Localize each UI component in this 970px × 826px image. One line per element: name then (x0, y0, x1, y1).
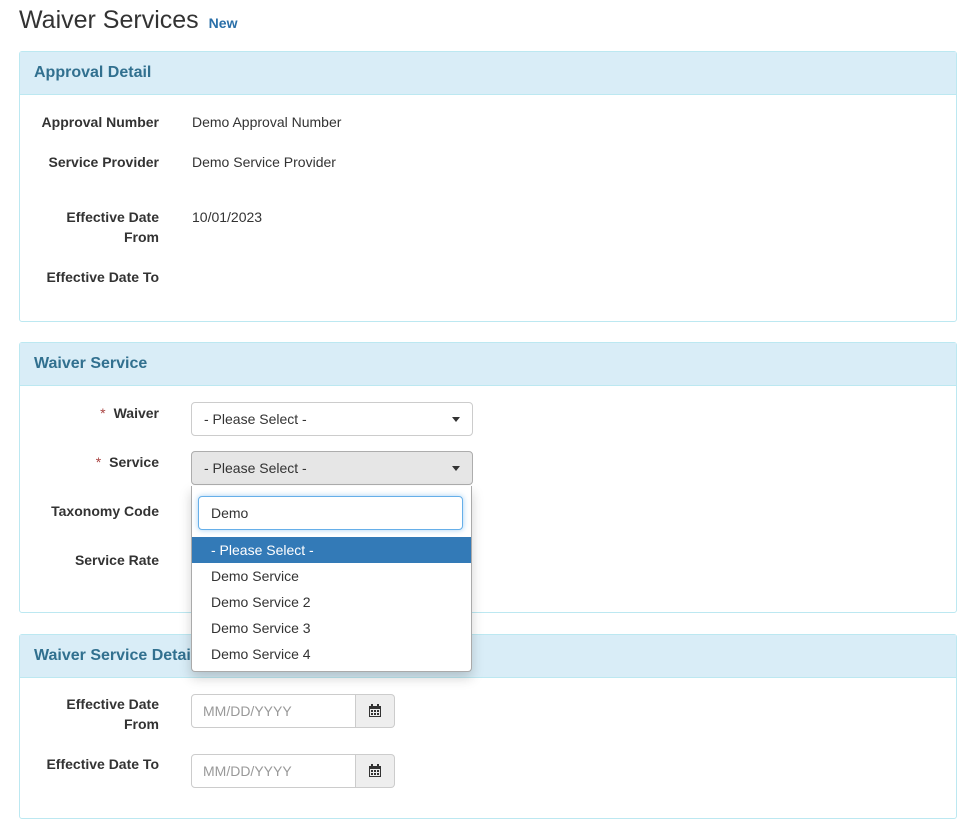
waiver-service-heading: Waiver Service (20, 343, 956, 386)
service-label-text: Service (109, 454, 159, 470)
caret-down-icon (452, 417, 460, 422)
dropdown-option[interactable]: Demo Service (192, 563, 471, 589)
waiver-service-panel: Waiver Service * Waiver - Please Select -… (19, 342, 957, 613)
approval-detail-heading: Approval Detail (20, 52, 956, 95)
waiver-select-value: - Please Select - (204, 411, 307, 427)
service-rate-label: Service Rate (74, 552, 159, 568)
effective-date-to-label: Effective Date To (46, 269, 159, 285)
effective-date-from-input[interactable] (191, 694, 356, 728)
page-title: Waiver Services (19, 6, 199, 34)
effective-date-from-picker (191, 694, 395, 728)
effective-date-from-label-line2: From (124, 229, 159, 245)
dropdown-search-input[interactable] (198, 496, 463, 530)
effective-date-from-label: Effective Date From (66, 207, 159, 247)
service-label: * Service (96, 452, 159, 472)
dropdown-option[interactable]: Demo Service 3 (192, 615, 471, 641)
detail-effective-date-from-label-line2: From (124, 716, 159, 732)
approval-number-value: Demo Approval Number (192, 114, 342, 130)
required-marker: * (95, 454, 102, 470)
effective-date-from-value: 10/01/2023 (192, 209, 263, 225)
caret-down-icon (452, 466, 460, 471)
service-select[interactable]: - Please Select - (191, 451, 473, 485)
dropdown-option[interactable]: Demo Service 4 (192, 641, 471, 667)
new-badge: New (208, 15, 238, 31)
detail-effective-date-to-label: Effective Date To (46, 756, 159, 772)
effective-date-to-input[interactable] (191, 754, 356, 788)
service-provider-value: Demo Service Provider (192, 154, 336, 170)
service-dropdown: - Please Select - Demo Service Demo Serv… (191, 486, 472, 672)
effective-date-to-picker (191, 754, 395, 788)
dropdown-option[interactable]: - Please Select - (192, 537, 471, 563)
dropdown-options: - Please Select - Demo Service Demo Serv… (192, 537, 471, 667)
detail-effective-date-from-label: Effective Date From (66, 694, 159, 734)
approval-detail-panel: Approval Detail Approval Number Demo App… (19, 51, 957, 322)
waiver-service-details-heading: Waiver Service Details (20, 635, 956, 678)
taxonomy-code-label: Taxonomy Code (51, 503, 159, 519)
waiver-select[interactable]: - Please Select - (191, 402, 473, 436)
calendar-icon[interactable] (356, 694, 395, 728)
page: Waiver Services New Approval Detail Appr… (0, 0, 970, 826)
service-provider-label: Service Provider (48, 154, 159, 170)
effective-date-from-label-line1: Effective Date (66, 209, 159, 225)
detail-effective-date-from-label-line1: Effective Date (66, 696, 159, 712)
approval-number-label: Approval Number (41, 114, 159, 130)
required-marker: * (100, 405, 106, 421)
calendar-icon[interactable] (356, 754, 395, 788)
page-header: Waiver Services New (19, 6, 237, 38)
waiver-label-text: Waiver (113, 405, 159, 421)
dropdown-option[interactable]: Demo Service 2 (192, 589, 471, 615)
waiver-service-details-panel: Waiver Service Details Effective Date Fr… (19, 634, 957, 819)
service-select-value: - Please Select - (204, 460, 307, 476)
waiver-label: * Waiver (100, 403, 159, 423)
